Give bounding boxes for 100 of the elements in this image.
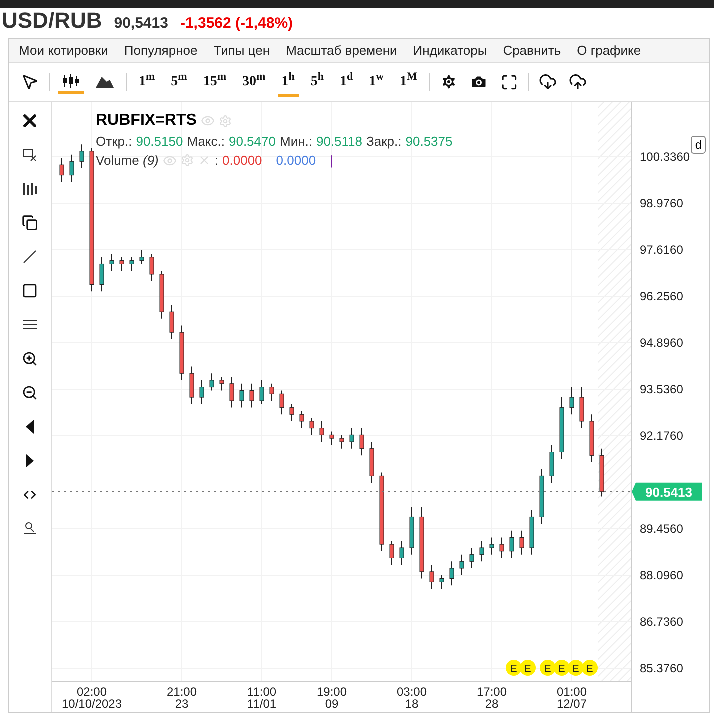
ref-line-label: 90.5413 — [646, 484, 692, 500]
candlestick — [540, 468, 544, 525]
candlestick — [290, 404, 294, 422]
line-icon — [22, 249, 38, 265]
candlestick — [180, 325, 184, 381]
price-axis-label: 85.3760 — [640, 661, 684, 676]
price-axis-label: 96.2560 — [640, 290, 684, 304]
candlestick — [580, 386, 584, 429]
side-tab[interactable]: d — [691, 136, 706, 154]
candlestick — [200, 380, 204, 405]
current-price-tag: 90.5413 — [632, 482, 702, 501]
cloud-upload-icon — [569, 73, 588, 91]
menu-item[interactable]: Индикаторы — [413, 43, 488, 58]
candlestick — [260, 380, 264, 405]
candlestick — [370, 442, 374, 484]
event-marker[interactable]: E — [568, 660, 584, 676]
lines-icon — [22, 319, 38, 331]
price-change: -1,3562 (-1,48%) — [180, 15, 294, 32]
time-axis-label: 19:00 09 — [316, 685, 348, 711]
candlestick — [530, 510, 534, 556]
pointer-icon — [21, 73, 39, 91]
event-marker[interactable]: E — [506, 660, 522, 676]
volume-value: 0.0000 — [222, 153, 262, 168]
candlestick — [570, 386, 574, 416]
zoom-out-icon — [22, 385, 38, 401]
candlestick — [500, 537, 504, 559]
candlestick — [550, 444, 554, 484]
menu-item[interactable]: Сравнить — [503, 43, 562, 58]
interval-tab[interactable]: 30$^{m}$ — [238, 67, 270, 97]
candlestick — [270, 383, 274, 402]
candlestick — [310, 418, 314, 436]
menu-item[interactable]: Масштаб времени — [286, 43, 398, 58]
indicator-name: Volume (9) — [96, 153, 159, 168]
candlestick — [70, 154, 74, 183]
candlestick — [340, 434, 344, 450]
ohlc-value: 90.5470 — [228, 134, 276, 149]
event-marker[interactable]: E — [540, 660, 556, 676]
interval-tab[interactable]: 1$^{m}$ — [135, 67, 160, 97]
interval-tab[interactable]: 15$^{m}$ — [199, 67, 231, 97]
candlestick — [400, 540, 404, 566]
time-axis-label: 01:00 12/07 — [556, 685, 588, 711]
price-value: 90,5413 — [114, 15, 168, 32]
candlestick — [280, 390, 284, 416]
candlestick — [590, 414, 594, 464]
price-axis-label: 92.1760 — [640, 428, 684, 443]
event-marker[interactable]: E — [520, 660, 536, 676]
interval-tab[interactable]: 5$^{h}$ — [306, 67, 328, 97]
menu-item[interactable]: Мои котировки — [19, 43, 108, 58]
price-axis-label: 89.4560 — [640, 522, 684, 536]
rectangle-icon — [22, 283, 38, 299]
candlestick — [470, 547, 474, 569]
interval-tab[interactable]: 1$^{w}$ — [365, 67, 388, 97]
ohlc-label: Откр.: — [96, 134, 132, 149]
candlestick — [460, 554, 464, 576]
interval-tab[interactable]: 1$^{h}$ — [278, 67, 299, 97]
interval-tab[interactable]: 1$^{d}$ — [336, 67, 358, 97]
candlestick — [440, 574, 444, 590]
menu-item[interactable]: Популярное — [124, 43, 198, 58]
ohlc-label: Макс.: — [187, 134, 225, 149]
menu-item[interactable]: Типы цен — [214, 43, 270, 58]
time-axis-label: 17:00 28 — [476, 685, 508, 711]
bars-icon — [22, 181, 38, 197]
candlestick — [480, 540, 484, 562]
price-axis-label: 98.9760 — [640, 196, 684, 210]
ohlc-label: Мин.: — [280, 134, 312, 149]
cloud-download-icon — [539, 73, 558, 91]
candlestick — [300, 410, 304, 429]
instrument-title: RUBFIX=RTS — [96, 112, 197, 130]
ohlc-value: 90.5150 — [136, 134, 184, 149]
candlestick — [120, 256, 124, 272]
candlestick — [350, 428, 354, 450]
time-axis-label: 02:00 10/10/2023 — [62, 685, 122, 711]
ohlc-value: 90.5118 — [316, 134, 363, 149]
interval-tab[interactable]: 5$^{m}$ — [167, 67, 192, 97]
candlestick — [520, 530, 524, 556]
candlestick — [510, 530, 514, 559]
time-axis-label: 11:00 11/01 — [247, 685, 277, 711]
time-axis-label: 21:00 23 — [166, 685, 198, 711]
candlestick — [250, 383, 254, 408]
price-axis-label: 100.3360 — [640, 150, 690, 164]
event-marker[interactable]: E — [582, 660, 598, 676]
candlestick — [230, 376, 234, 408]
candlestick — [80, 144, 84, 169]
event-marker[interactable]: E — [554, 660, 570, 676]
candlestick — [320, 420, 324, 442]
cursor-cross-icon — [22, 147, 38, 163]
price-axis-label: 86.7360 — [640, 614, 684, 629]
zoom-icon — [22, 521, 38, 537]
interval-tab[interactable]: 1$^{M}$ — [396, 67, 422, 97]
candlestick — [210, 373, 214, 392]
candlestick — [240, 383, 244, 408]
price-axis-label: 97.6160 — [640, 243, 684, 257]
candlestick — [160, 270, 164, 320]
candlestick — [410, 506, 414, 556]
candlestick — [60, 158, 64, 183]
candlestick — [220, 376, 224, 392]
candlestick — [130, 256, 134, 272]
candlestick-icon — [62, 74, 80, 88]
time-axis-label: 03:00 18 — [396, 685, 428, 711]
menu-item[interactable]: О графике — [577, 43, 642, 58]
